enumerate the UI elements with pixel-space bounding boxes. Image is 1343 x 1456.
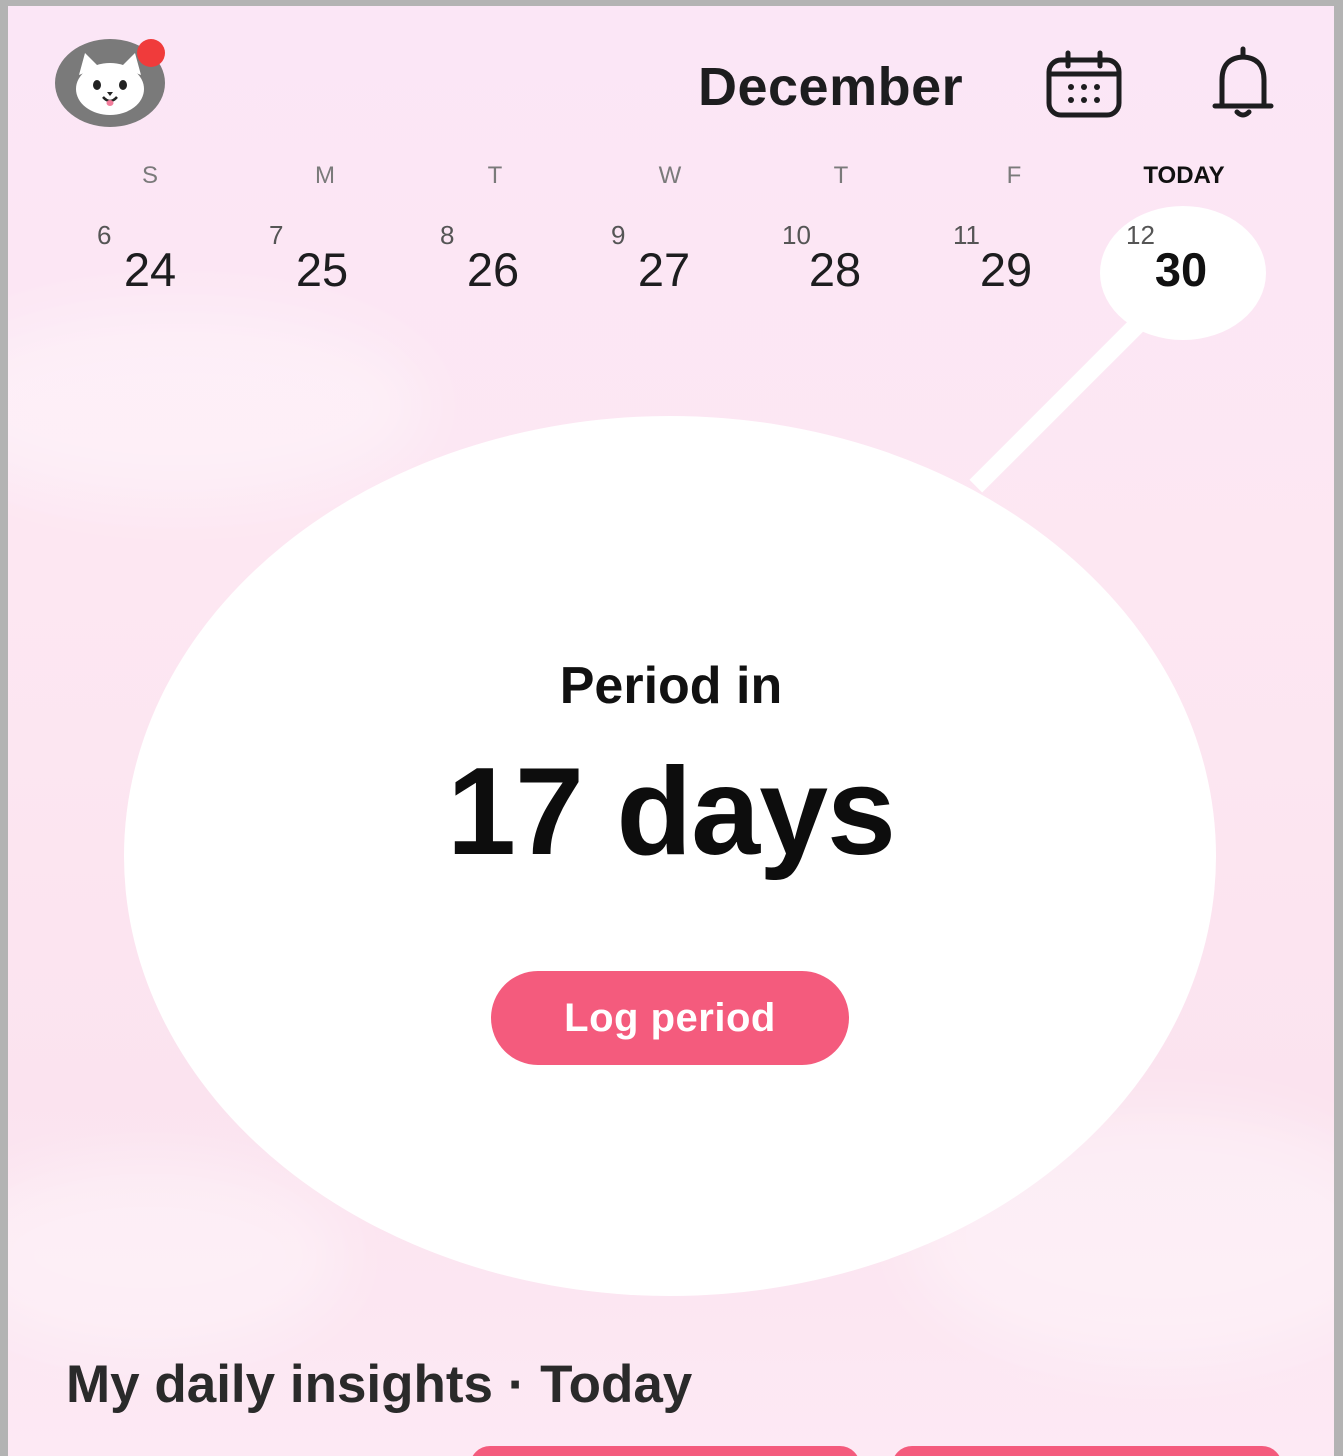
insight-card[interactable] bbox=[892, 1446, 1282, 1456]
date-number: 25 bbox=[295, 243, 349, 296]
weekday-label: M bbox=[315, 162, 335, 189]
date-cell[interactable]: 11 29 bbox=[931, 206, 1081, 336]
today-connector bbox=[969, 313, 1149, 493]
weekday-label: W bbox=[658, 162, 682, 189]
date-number: 26 bbox=[466, 243, 520, 296]
bell-icon bbox=[1212, 46, 1274, 118]
log-period-button[interactable]: Log period bbox=[491, 971, 849, 1065]
date-cell[interactable]: 10 28 bbox=[760, 206, 910, 336]
date-cell-selected[interactable]: 12 30 bbox=[1096, 206, 1266, 340]
calendar-button[interactable] bbox=[1046, 50, 1122, 118]
prediction-value: 17 days bbox=[446, 743, 896, 881]
calendar-icon bbox=[1046, 50, 1122, 118]
date-cell[interactable]: 9 27 bbox=[589, 206, 739, 336]
month-title[interactable]: December bbox=[698, 56, 963, 118]
date-number: 24 bbox=[123, 243, 177, 296]
weekday-label: S bbox=[141, 162, 158, 189]
app-screen: December S M T W T F TODAY 6 24 7 25 8 2… bbox=[8, 6, 1334, 1456]
background-mist bbox=[8, 1156, 348, 1356]
date-cell[interactable]: 6 24 bbox=[75, 206, 225, 336]
weekday-label-today: TODAY bbox=[1143, 162, 1225, 189]
background-mist bbox=[8, 306, 428, 506]
notifications-button[interactable] bbox=[1210, 46, 1276, 122]
insights-title: My daily insights · Today bbox=[66, 1355, 693, 1414]
notification-dot bbox=[137, 39, 165, 67]
weekday-label: F bbox=[1006, 162, 1022, 189]
date-number: 27 bbox=[637, 243, 691, 296]
date-cell[interactable]: 8 26 bbox=[418, 206, 568, 336]
weekday-label: T bbox=[487, 162, 503, 189]
date-number: 29 bbox=[979, 243, 1033, 296]
date-cell[interactable]: 7 25 bbox=[247, 206, 397, 336]
date-number: 28 bbox=[808, 243, 862, 296]
prediction-label: Period in bbox=[559, 657, 783, 715]
date-number: 30 bbox=[1154, 243, 1208, 296]
weekday-label: T bbox=[833, 162, 849, 189]
insight-card[interactable] bbox=[470, 1446, 860, 1456]
